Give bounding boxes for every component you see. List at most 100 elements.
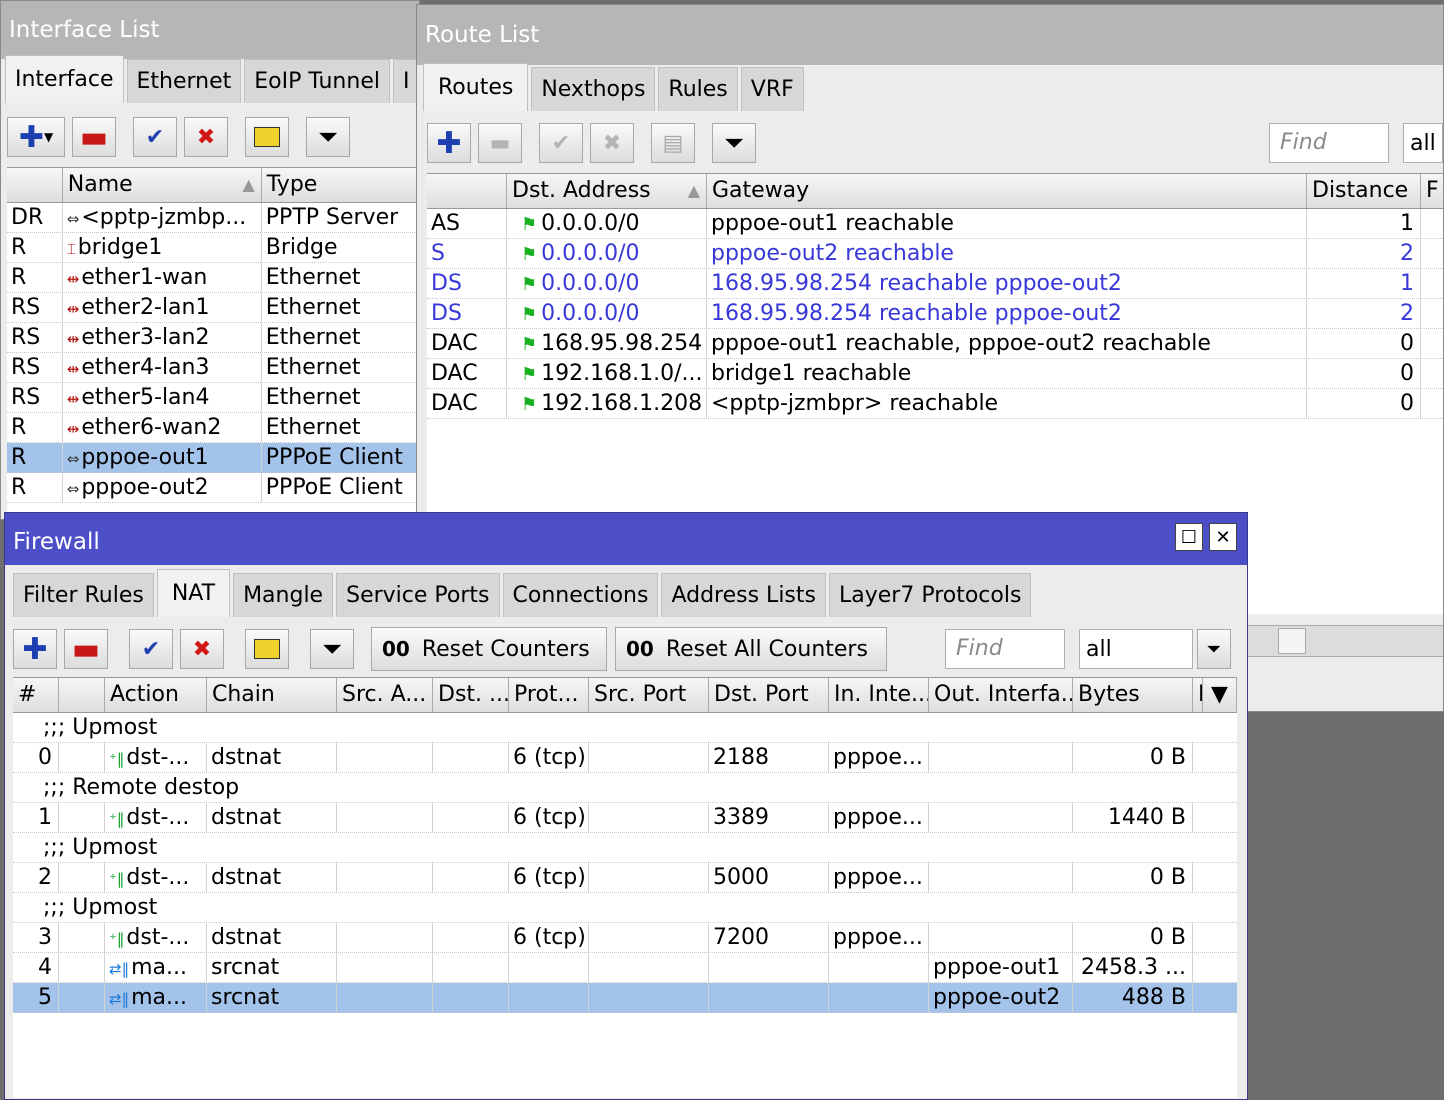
- tab-service-ports[interactable]: Service Ports: [336, 573, 500, 617]
- close-button[interactable]: ✕: [1209, 523, 1237, 551]
- nat-rule-row[interactable]: 1 ⁺‖dst-... dstnat 6 (tcp) 3389 pppoe... 1440 …: [13, 803, 1237, 833]
- nat-find-input[interactable]: Find: [945, 629, 1065, 669]
- disable-button[interactable]: ✖: [184, 117, 228, 157]
- route-scrollbar-thumb[interactable]: [1278, 628, 1306, 654]
- interface-row[interactable]: RS ⇹ether2-lan1 Ethernet: [7, 293, 419, 323]
- column-dst-address[interactable]: Dst. Address ▲: [507, 174, 707, 208]
- route-enable-button[interactable]: ✔: [539, 123, 583, 163]
- tab-interface[interactable]: Interface: [5, 55, 124, 103]
- interface-row[interactable]: RS ⇹ether3-lan2 Ethernet: [7, 323, 419, 353]
- reset-counters-button[interactable]: 00 Reset Counters: [371, 627, 607, 671]
- route-row[interactable]: DAC ⚑ 192.168.1.0/... bridge1 reachable 0: [427, 359, 1443, 389]
- column-out-interface[interactable]: Out. Interfa...: [929, 678, 1073, 712]
- column-in-interface[interactable]: In. Inte...: [829, 678, 929, 712]
- interface-row[interactable]: R ⇹ether1-wan Ethernet: [7, 263, 419, 293]
- column-src-port[interactable]: Src. Port: [589, 678, 709, 712]
- firewall-title[interactable]: Firewall: [5, 513, 1247, 565]
- tab-ethernet[interactable]: Ethernet: [126, 59, 242, 103]
- column-more[interactable]: F: [1421, 174, 1443, 208]
- interface-list-title[interactable]: Interface List: [1, 1, 419, 59]
- route-filter-button[interactable]: ⏷: [712, 123, 756, 163]
- column-number[interactable]: #: [13, 678, 59, 712]
- nat-rule-row[interactable]: 5 ⇄‖ma... srcnat pppoe-out2 488 B: [13, 983, 1237, 1013]
- nat-comment-button[interactable]: [245, 629, 289, 669]
- column-protocol[interactable]: Prot...: [509, 678, 589, 712]
- column-dst-port[interactable]: Dst. Port: [709, 678, 829, 712]
- column-bytes[interactable]: Bytes: [1073, 678, 1193, 712]
- route-remove-button[interactable]: ▬: [478, 123, 522, 163]
- tab-routes[interactable]: Routes: [423, 63, 529, 111]
- add-button[interactable]: ✚ ▼: [7, 117, 65, 157]
- tab-connections[interactable]: Connections: [502, 573, 659, 617]
- route-row[interactable]: DAC ⚑ 168.95.98.254 pppoe-out1 reachable, p…: [427, 329, 1443, 359]
- route-add-button[interactable]: ✚: [427, 123, 471, 163]
- tab-filter-rules[interactable]: Filter Rules: [13, 573, 154, 617]
- nat-remove-button[interactable]: ▬: [64, 629, 108, 669]
- column-name[interactable]: Name ▲: [63, 168, 262, 202]
- route-find-input[interactable]: Find: [1269, 123, 1389, 163]
- route-scrollbar[interactable]: [1247, 625, 1443, 657]
- nat-disable-button[interactable]: ✖: [180, 629, 224, 669]
- route-row[interactable]: DAC ⚑ 192.168.1.208 <pptp-jzmbpr> reachable…: [427, 389, 1443, 419]
- nat-enable-button[interactable]: ✔: [129, 629, 173, 669]
- column-gateway[interactable]: Gateway: [707, 174, 1307, 208]
- column-chooser[interactable]: ▼: [1203, 678, 1237, 712]
- nat-rule-row[interactable]: 4 ⇄‖ma... srcnat pppoe-out1 2458.3 ...: [13, 953, 1237, 983]
- nat-rule-row[interactable]: 3 ⁺‖dst-... dstnat 6 (tcp) 7200 pppoe... 0 B: [13, 923, 1237, 953]
- tab-mangle[interactable]: Mangle: [233, 573, 334, 617]
- rule-chain: srcnat: [207, 983, 337, 1012]
- route-row[interactable]: DS ⚑ 0.0.0.0/0 168.95.98.254 reachable pppo…: [427, 269, 1443, 299]
- column-more[interactable]: I: [1193, 678, 1203, 712]
- interface-row[interactable]: R ⇔pppoe-out2 PPPoE Client: [7, 473, 419, 503]
- tab-nexthops[interactable]: Nexthops: [531, 67, 656, 111]
- rule-extra: [1193, 983, 1237, 1012]
- column-route-flags[interactable]: [427, 174, 507, 208]
- nat-rule-row[interactable]: 0 ⁺‖dst-... dstnat 6 (tcp) 2188 pppoe... 0 B: [13, 743, 1237, 773]
- route-row[interactable]: S ⚑ 0.0.0.0/0 pppoe-out2 reachable 2: [427, 239, 1443, 269]
- reset-all-counters-button[interactable]: 00 Reset All Counters: [615, 627, 887, 671]
- rule-src-address: [337, 803, 433, 832]
- column-src-address[interactable]: Src. A...: [337, 678, 433, 712]
- nat-filter-dropdown[interactable]: ⏷: [1197, 629, 1231, 669]
- tab-layer7-protocols[interactable]: Layer7 Protocols: [828, 573, 1032, 617]
- rule-out-interface: [929, 803, 1073, 832]
- column-distance[interactable]: Distance: [1307, 174, 1421, 208]
- route-disable-button[interactable]: ✖: [590, 123, 634, 163]
- rule-protocol: 6 (tcp): [509, 923, 589, 952]
- interface-row[interactable]: R ⇔pppoe-out1 PPPoE Client: [7, 443, 419, 473]
- nat-rule-row[interactable]: 2 ⁺‖dst-... dstnat 6 (tcp) 5000 pppoe... 0 B: [13, 863, 1237, 893]
- column-type[interactable]: Type: [262, 168, 419, 202]
- comment-button[interactable]: [245, 117, 289, 157]
- tab-eoip-tunnel[interactable]: EoIP Tunnel: [244, 59, 390, 103]
- route-dst-address: 192.168.1.208: [541, 391, 703, 416]
- tab-address-lists[interactable]: Address Lists: [661, 573, 826, 617]
- route-gateway: pppoe-out1 reachable, pppoe-out2 reachab…: [707, 329, 1307, 358]
- column-chain[interactable]: Chain: [207, 678, 337, 712]
- column-dst-address[interactable]: Dst. ...: [433, 678, 509, 712]
- nat-add-button[interactable]: ✚: [13, 629, 57, 669]
- tab-nat[interactable]: NAT: [156, 569, 231, 617]
- interface-row[interactable]: RS ⇹ether4-lan3 Ethernet: [7, 353, 419, 383]
- route-toolbar: ✚ ▬ ✔ ✖ ▤ ⏷ Find all: [417, 115, 1443, 171]
- route-row[interactable]: DS ⚑ 0.0.0.0/0 168.95.98.254 reachable pppo…: [427, 299, 1443, 329]
- route-dst-cell: ⚑ 168.95.98.254: [507, 329, 707, 358]
- interface-row[interactable]: RS ⇹ether5-lan4 Ethernet: [7, 383, 419, 413]
- route-filter-select[interactable]: all: [1403, 123, 1443, 163]
- route-list-title[interactable]: Route List: [417, 5, 1443, 65]
- maximize-button[interactable]: ☐: [1175, 523, 1203, 551]
- nat-filter-button[interactable]: ⏷: [310, 629, 354, 669]
- filter-button[interactable]: ⏷: [306, 117, 350, 157]
- nat-filter-select[interactable]: all: [1079, 629, 1193, 669]
- tab-rules[interactable]: Rules: [658, 67, 738, 111]
- column-icon[interactable]: [59, 678, 105, 712]
- tab-vrf[interactable]: VRF: [740, 67, 804, 111]
- interface-row[interactable]: R ⇹ether6-wan2 Ethernet: [7, 413, 419, 443]
- remove-button[interactable]: ▬: [72, 117, 116, 157]
- column-flags[interactable]: [7, 168, 63, 202]
- interface-row[interactable]: R ⌶bridge1 Bridge: [7, 233, 419, 263]
- route-row[interactable]: AS ⚑ 0.0.0.0/0 pppoe-out1 reachable 1: [427, 209, 1443, 239]
- route-comment-button[interactable]: ▤: [651, 123, 695, 163]
- interface-row[interactable]: DR ⇔<pptp-jzmbp... PPTP Server: [7, 203, 419, 233]
- enable-button[interactable]: ✔: [133, 117, 177, 157]
- column-action[interactable]: Action: [105, 678, 207, 712]
